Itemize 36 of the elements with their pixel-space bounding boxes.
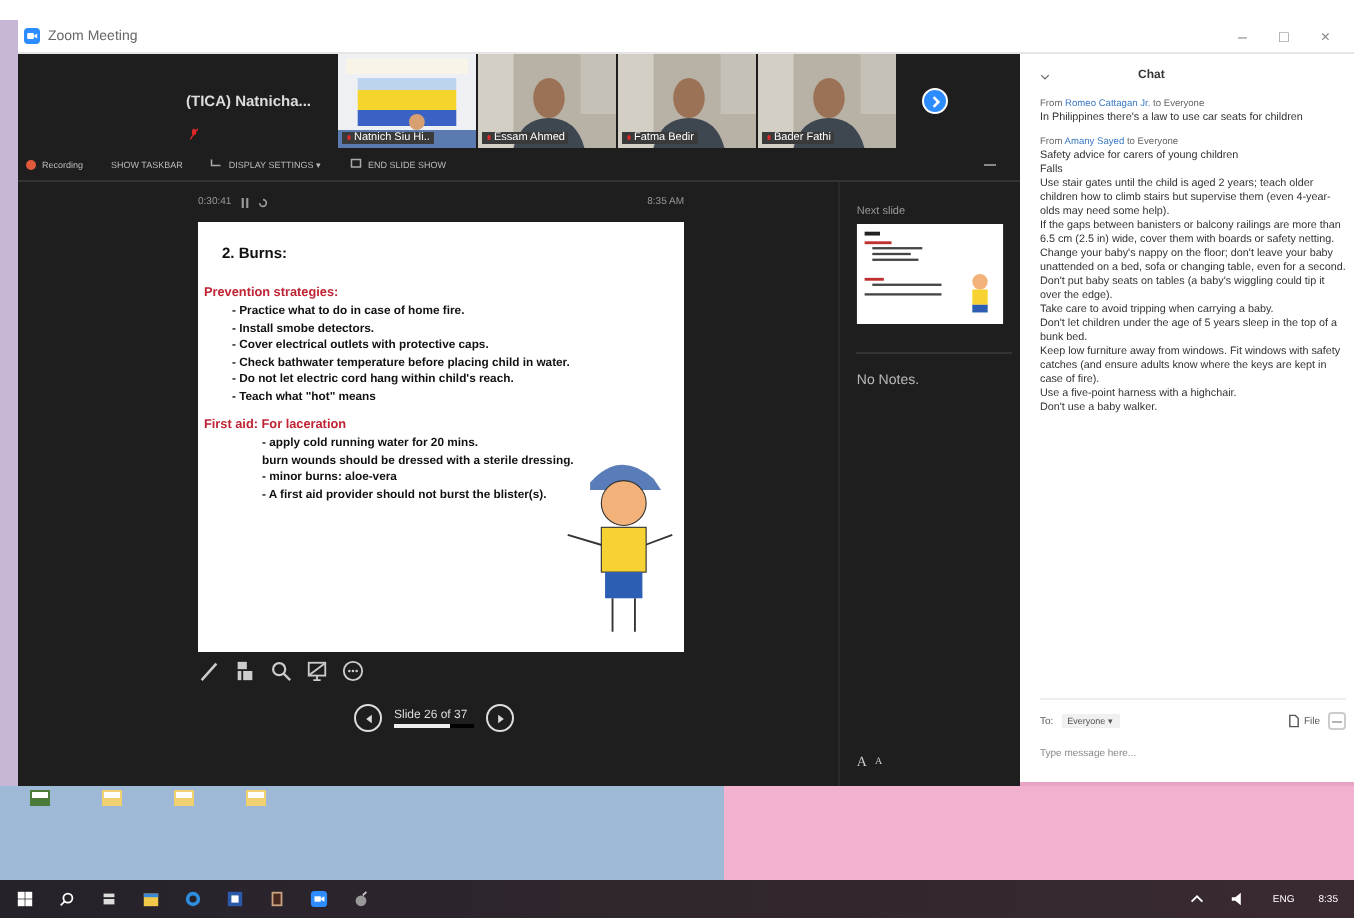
desktop-file-icon[interactable] <box>28 786 52 810</box>
search-icon[interactable] <box>270 660 292 682</box>
video-camera-icon[interactable] <box>310 890 328 908</box>
screen-icon <box>349 158 362 170</box>
muted-mic-icon <box>346 133 352 143</box>
pen-icon[interactable] <box>198 660 220 682</box>
window-control-button[interactable]: □ <box>1266 27 1301 45</box>
more-icon[interactable] <box>342 660 364 682</box>
muted-mic-icon <box>486 133 492 143</box>
start-icon[interactable] <box>16 890 34 908</box>
tablet-icon[interactable] <box>268 890 286 908</box>
muted-mic-icon <box>626 133 632 143</box>
document-icon[interactable] <box>226 890 244 908</box>
previous-slide-button[interactable] <box>354 704 382 732</box>
slides-grid-icon[interactable] <box>234 660 256 682</box>
next-icon <box>493 711 507 725</box>
restart-icon[interactable] <box>257 197 268 207</box>
screen-icon[interactable] <box>306 660 328 682</box>
folder-icon[interactable] <box>142 890 160 908</box>
window-control-button[interactable]: × <box>1308 27 1342 45</box>
task-view-icon[interactable] <box>100 890 118 908</box>
collapse-icon[interactable] <box>1040 71 1050 81</box>
next-page-button[interactable] <box>922 88 948 114</box>
chevron-right-icon <box>927 93 943 109</box>
muted-mic-icon <box>190 128 198 140</box>
zoom-logo-icon <box>24 28 40 44</box>
muted-mic-icon <box>766 133 772 143</box>
search-icon[interactable] <box>58 890 76 908</box>
minimize-bar <box>984 163 996 165</box>
file-icon <box>1287 714 1300 728</box>
browser-icon[interactable] <box>184 890 202 908</box>
tool-icon[interactable] <box>352 890 370 908</box>
next-slide-button[interactable] <box>486 704 514 732</box>
window-control-button[interactable]: – <box>1226 27 1259 45</box>
previous-icon <box>361 711 375 725</box>
pause-icon[interactable] <box>239 197 250 207</box>
